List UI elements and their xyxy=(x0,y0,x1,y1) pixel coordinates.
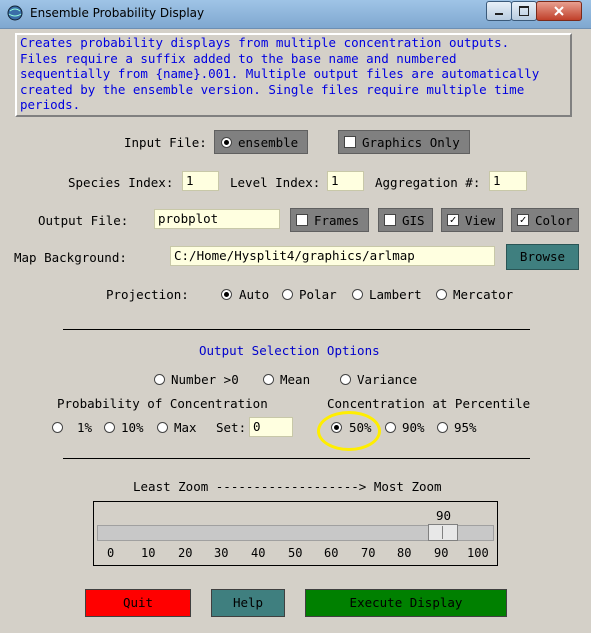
description-line: periods. xyxy=(20,97,81,113)
close-icon xyxy=(554,6,564,16)
set-input[interactable]: 0 xyxy=(249,417,293,437)
window-title: Ensemble Probability Display xyxy=(30,6,205,20)
color-checkbox[interactable]: ✓ Color xyxy=(511,208,579,232)
gis-checkbox[interactable]: GIS xyxy=(378,208,433,232)
separator xyxy=(63,329,530,330)
zoom-tick: 50 xyxy=(288,546,303,560)
frames-checkbox[interactable]: Frames xyxy=(290,208,369,232)
species-index-input[interactable]: 1 xyxy=(182,171,219,191)
minimize-button[interactable] xyxy=(486,1,512,21)
zoom-tick: 20 xyxy=(178,546,193,560)
zoom-tick: 80 xyxy=(397,546,412,560)
description-line: sequentially from {name}.001. Multiple o… xyxy=(20,66,540,82)
zoom-tick: 70 xyxy=(361,546,376,560)
view-check-indicator[interactable]: ✓ xyxy=(447,214,459,226)
zoom-tick: 100 xyxy=(467,546,489,560)
description-box: Creates probability displays from multip… xyxy=(15,33,572,117)
projection-auto-label: Auto xyxy=(239,287,270,302)
browse-button[interactable]: Browse xyxy=(506,244,579,270)
prob-max-label: Max xyxy=(174,420,197,435)
zoom-tick: 10 xyxy=(141,546,156,560)
view-checkbox[interactable]: ✓ View xyxy=(441,208,503,232)
zoom-tick: 30 xyxy=(214,546,229,560)
help-button[interactable]: Help xyxy=(211,589,285,617)
ensemble-label: ensemble xyxy=(238,135,299,150)
projection-mercator-radio[interactable] xyxy=(436,289,447,300)
pct-90-label: 90% xyxy=(402,420,425,435)
color-check-indicator[interactable]: ✓ xyxy=(517,214,529,226)
zoom-slider-thumb[interactable] xyxy=(428,524,458,541)
projection-polar-label: Polar xyxy=(299,287,337,302)
pct-90-radio[interactable] xyxy=(385,422,396,433)
title-bar[interactable]: Ensemble Probability Display xyxy=(0,0,591,29)
graphics-only-check-indicator[interactable] xyxy=(344,136,356,148)
prob-10pct-label: 10% xyxy=(121,420,144,435)
color-label: Color xyxy=(535,213,573,228)
projection-label: Projection: xyxy=(106,287,189,302)
prob-max-radio[interactable] xyxy=(157,422,168,433)
level-index-input[interactable]: 1 xyxy=(327,171,364,191)
frames-label: Frames xyxy=(314,213,360,228)
zoom-tick: 0 xyxy=(107,546,115,560)
pct-95-radio[interactable] xyxy=(437,422,448,433)
pct-95-label: 95% xyxy=(454,420,477,435)
graphics-only-checkbox[interactable]: Graphics Only xyxy=(338,130,470,154)
zoom-tick: 60 xyxy=(324,546,339,560)
set-label: Set: xyxy=(216,420,247,435)
minimize-icon xyxy=(495,13,503,15)
projection-mercator-label: Mercator xyxy=(453,287,514,302)
graphics-only-label: Graphics Only xyxy=(362,135,460,150)
number-gt0-radio[interactable] xyxy=(154,374,165,385)
map-background-input[interactable]: C:/Home/Hysplit4/graphics/arlmap xyxy=(170,246,495,266)
zoom-label: Least Zoom -------------------> Most Zoo… xyxy=(133,479,442,494)
zoom-value: 90 xyxy=(436,508,452,523)
prob-1pct-radio[interactable] xyxy=(52,422,63,433)
level-index-label: Level Index: xyxy=(230,175,321,190)
separator xyxy=(63,458,530,459)
projection-lambert-label: Lambert xyxy=(369,287,422,302)
zoom-tick: 90 xyxy=(434,546,449,560)
frames-check-indicator[interactable] xyxy=(296,214,308,226)
input-file-label: Input File: xyxy=(124,135,207,150)
mean-label: Mean xyxy=(280,372,311,387)
species-index-label: Species Index: xyxy=(68,175,174,190)
ensemble-radio[interactable]: ensemble xyxy=(214,130,308,154)
number-gt0-label: Number >0 xyxy=(171,372,239,387)
probability-heading: Probability of Concentration xyxy=(57,396,268,411)
mean-radio[interactable] xyxy=(263,374,274,385)
projection-polar-radio[interactable] xyxy=(282,289,293,300)
map-background-label: Map Background: xyxy=(14,250,127,265)
projection-lambert-radio[interactable] xyxy=(352,289,363,300)
zoom-tick: 40 xyxy=(251,546,266,560)
prob-1pct-label: 1% xyxy=(77,420,93,435)
app-globe-icon xyxy=(7,5,23,21)
variance-label: Variance xyxy=(357,372,418,387)
output-file-label: Output File: xyxy=(38,213,129,228)
quit-button[interactable]: Quit xyxy=(85,589,191,617)
output-file-input[interactable]: probplot xyxy=(154,209,280,229)
variance-radio[interactable] xyxy=(340,374,351,385)
description-line: Files require a suffix added to the base… xyxy=(20,50,457,66)
execute-display-button[interactable]: Execute Display xyxy=(305,589,507,617)
aggregation-input[interactable]: 1 xyxy=(489,171,527,191)
maximize-icon xyxy=(519,6,529,16)
description-line: Creates probability displays from multip… xyxy=(20,35,510,50)
percentile-heading: Concentration at Percentile xyxy=(327,396,531,411)
ensemble-radio-indicator[interactable] xyxy=(221,137,232,148)
view-label: View xyxy=(465,213,496,228)
gis-label: GIS xyxy=(402,213,425,228)
aggregation-label: Aggregation #: xyxy=(375,175,481,190)
highlight-circle xyxy=(317,411,381,451)
maximize-button[interactable] xyxy=(511,1,537,21)
projection-auto-radio[interactable] xyxy=(221,289,232,300)
gis-check-indicator[interactable] xyxy=(384,214,396,226)
prob-10pct-radio[interactable] xyxy=(104,422,115,433)
output-selection-heading: Output Selection Options xyxy=(199,343,380,358)
close-button[interactable] xyxy=(536,1,582,21)
description-line: created by the ensemble version. Single … xyxy=(20,81,525,97)
